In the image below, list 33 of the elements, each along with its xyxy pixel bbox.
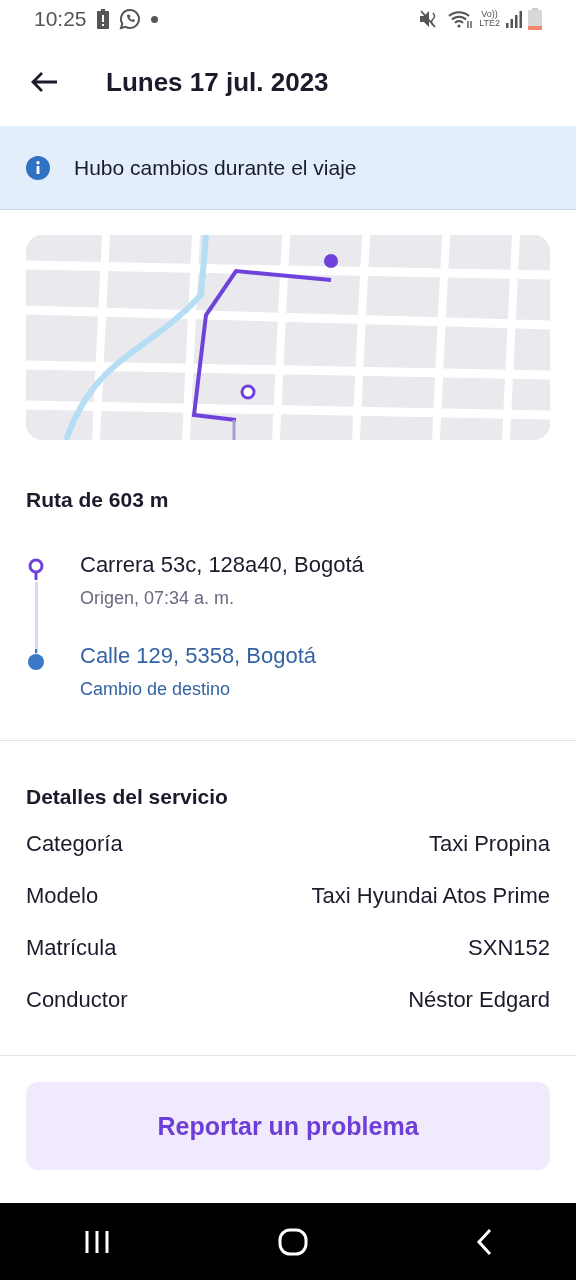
battery-low-icon: [528, 8, 542, 30]
detail-value: Taxi Propina: [428, 831, 550, 857]
info-icon: [26, 155, 50, 180]
dot-icon: [150, 15, 158, 23]
volte-label: Vo)): [481, 10, 498, 19]
detail-label: Conductor: [26, 987, 128, 1013]
stop-detail: Cambio de destino: [80, 679, 232, 700]
detail-value: Néstor Edgard: [408, 987, 550, 1013]
back-icon: [476, 1227, 492, 1256]
back-arrow-icon: [30, 71, 58, 93]
origin-pin-icon: [28, 558, 44, 582]
report-problem-button[interactable]: Reportar un problema: [26, 1082, 550, 1170]
detail-label: Modelo: [26, 883, 99, 909]
network-label: LTE2: [479, 19, 500, 28]
stop-address: Carrera 53c, 128a40, Bogotá: [80, 552, 364, 578]
home-icon: [278, 1227, 308, 1256]
chat-bubble-icon: [118, 8, 141, 30]
banner-text: Hubo cambios durante el viaje: [74, 155, 357, 180]
status-time: 10:25: [34, 7, 87, 31]
route-title: Ruta de 603 m: [26, 488, 170, 512]
wifi-icon: [447, 9, 474, 29]
recent-apps-icon: [84, 1229, 110, 1254]
detail-value: Taxi Hyundai Atos Prime: [311, 883, 550, 909]
stop-address: Calle 129, 5358, Bogotá: [80, 643, 317, 669]
detail-label: Matrícula: [26, 935, 117, 961]
detail-label: Categoría: [26, 831, 123, 857]
page-title: Lunes 17 jul. 2023: [106, 66, 329, 98]
destination-pin-icon: [27, 649, 45, 671]
detail-value: SXN152: [468, 935, 550, 961]
battery-alert-icon: [96, 9, 109, 29]
signal-icon: [506, 10, 522, 28]
stop-detail: Origen, 07:34 a. m.: [80, 588, 236, 609]
section-title: Detalles del servicio: [26, 785, 229, 809]
